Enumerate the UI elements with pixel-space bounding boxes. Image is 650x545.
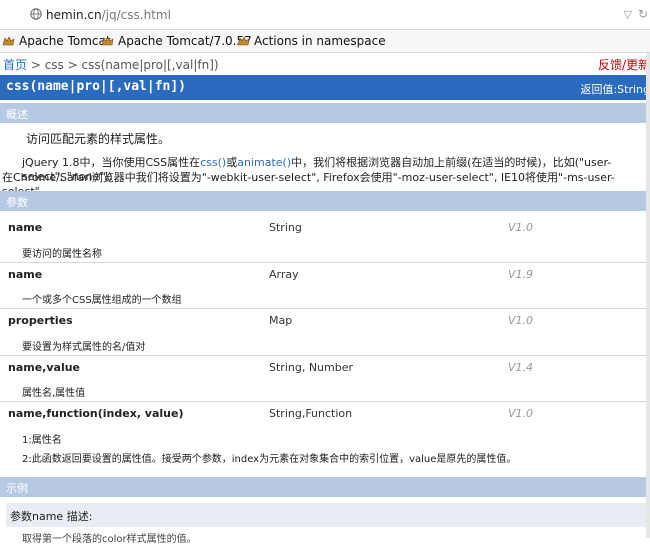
param-type: String, Number (269, 361, 354, 374)
param-version: V1.9 (508, 268, 534, 281)
param-desc: 要设置为样式属性的名/值对 (0, 333, 650, 356)
bookmark-item[interactable]: Apache Tomcat (2, 34, 111, 48)
bookmark-label: Actions in namespace (254, 34, 386, 48)
breadcrumb-home-link[interactable]: 首页 (3, 58, 27, 72)
feedback-link[interactable]: 反馈/更新 (598, 56, 650, 73)
animate-link[interactable]: animate() (237, 156, 291, 169)
refresh-icon[interactable]: ↻ (638, 7, 648, 21)
tomcat-icon (237, 36, 250, 46)
param-name: name,value (8, 361, 81, 374)
param-row: name String V1.0 (0, 215, 650, 239)
globe-icon (30, 8, 42, 20)
chevron-down-icon[interactable]: ▽ (624, 8, 632, 21)
param-row: name,value String, Number V1.4 (0, 355, 650, 379)
return-type: 返回值:String (580, 83, 650, 96)
section-header-examples: 示例 (0, 477, 650, 497)
example-title-bar: 参数name 描述: (6, 503, 650, 527)
param-desc-extra: 2:此函数返回要设置的属性值。接受两个参数，index为元素在对象集合中的索引位… (0, 445, 650, 468)
param-version: V1.4 (508, 361, 534, 374)
bookmark-item[interactable]: Actions in namespace (237, 34, 386, 48)
param-desc: 属性名,属性值 (0, 379, 650, 402)
param-type: Array (269, 268, 299, 281)
bookmark-label: Apache Tomcat/7.0.57 (118, 34, 252, 48)
param-row: properties Map V1.0 (0, 308, 650, 332)
bookmark-item[interactable]: Apache Tomcat/7.0.57 (101, 34, 252, 48)
param-type: Map (269, 314, 293, 327)
section-header-overview: 概述 (0, 103, 650, 123)
page-title: css(name|pro|[,val|fn]) (6, 79, 187, 94)
param-desc: 要访问的属性名称 (0, 240, 650, 263)
breadcrumb-separator: > (63, 58, 82, 72)
param-name: name (8, 268, 43, 281)
param-type: String (269, 221, 302, 234)
overview-summary: 访问匹配元素的样式属性。 (26, 132, 171, 146)
tomcat-icon (101, 36, 114, 46)
param-row: name,function(index, value) String,Funct… (0, 401, 650, 425)
param-version: V1.0 (508, 314, 534, 327)
param-name: name,function(index, value) (8, 407, 184, 420)
url-text[interactable]: hemin.cn/jq/css.html (46, 8, 171, 22)
param-desc: 一个或多个CSS属性组成的一个数组 (0, 286, 650, 309)
scrollbar[interactable] (646, 53, 650, 538)
breadcrumb-current: css(name|pro|[,val|fn]) (81, 58, 219, 72)
param-name: properties (8, 314, 73, 327)
address-bar[interactable]: hemin.cn/jq/css.html ▽ ↻ (0, 0, 650, 30)
page-title-bar: css(name|pro|[,val|fn]) 返回值:String (0, 75, 650, 100)
param-version: V1.0 (508, 407, 534, 420)
breadcrumb: 首页 > css > css(name|pro|[,val|fn]) 反馈/更新 (0, 53, 650, 75)
tomcat-icon (2, 36, 15, 46)
param-version: V1.0 (508, 221, 534, 234)
breadcrumb-category[interactable]: css (45, 58, 64, 72)
param-type: String,Function (269, 407, 353, 420)
param-row: name Array V1.9 (0, 262, 650, 286)
example-title: 参数name 描述: (10, 510, 93, 523)
bookmark-label: Apache Tomcat (19, 34, 111, 48)
url-host: hemin.cn (46, 8, 102, 22)
bookmarks-bar: Apache Tomcat Apache Tomcat/7.0.57 Actio… (0, 30, 650, 53)
section-header-params: 参数 (0, 191, 650, 211)
url-path: /jq/css.html (101, 8, 171, 22)
param-name: name (8, 221, 43, 234)
breadcrumb-separator: > (27, 58, 45, 72)
css-link[interactable]: css() (200, 156, 226, 169)
